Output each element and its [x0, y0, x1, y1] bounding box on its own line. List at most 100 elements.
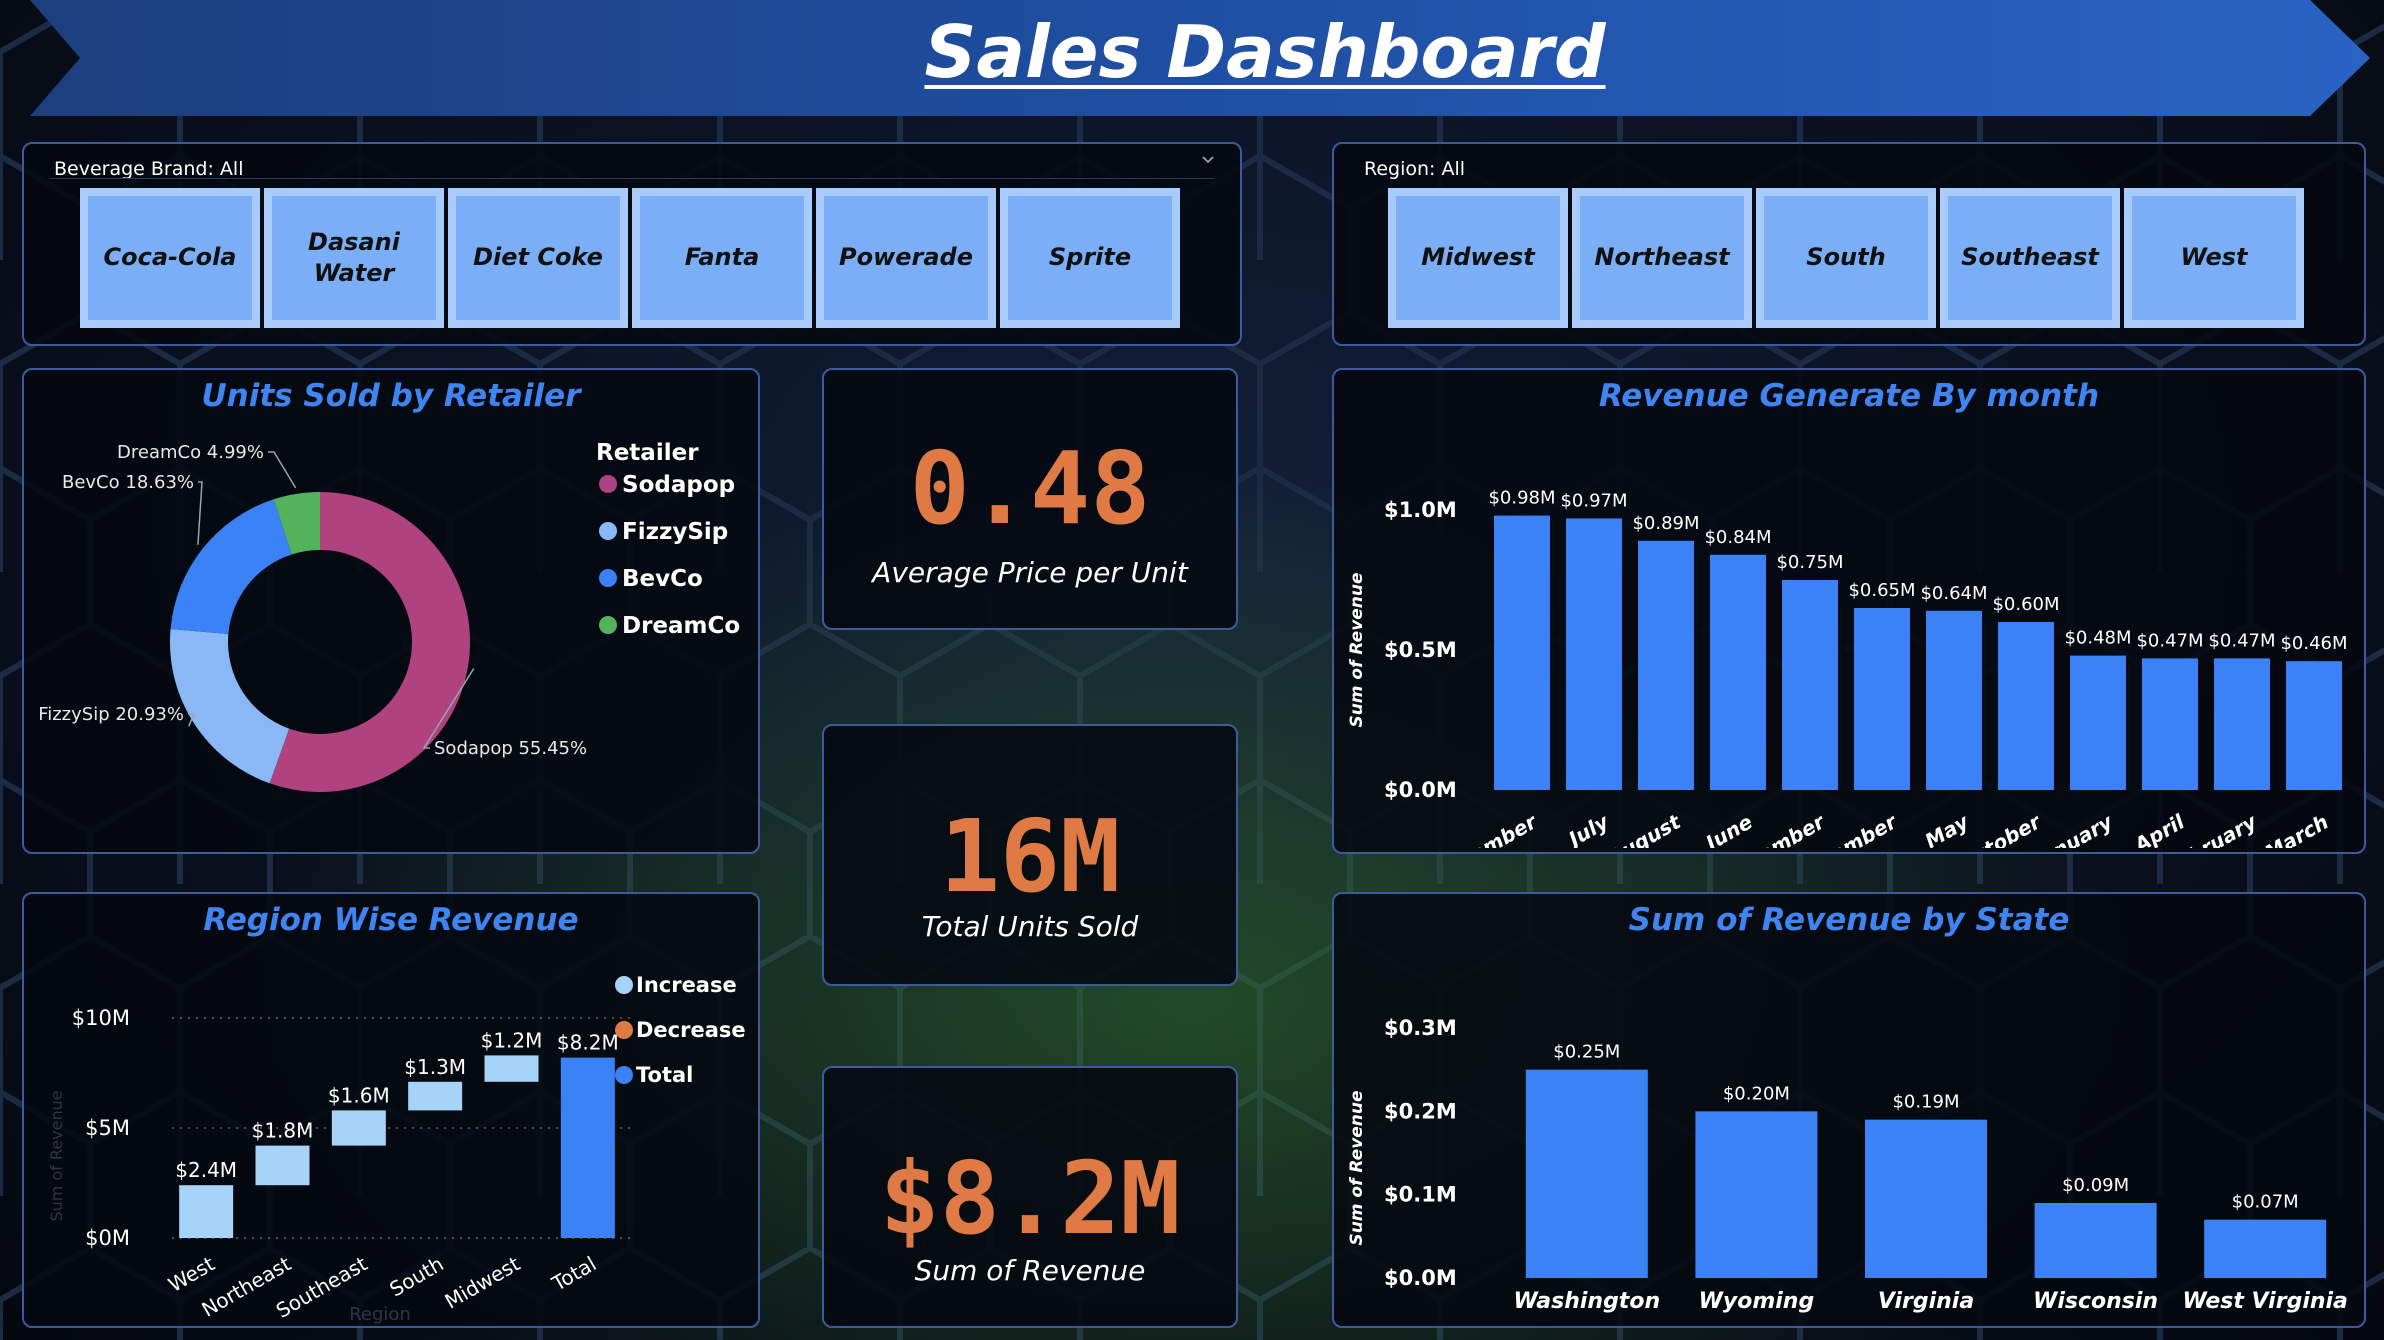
brand-tile-fanta[interactable]: Fanta	[632, 188, 812, 328]
waterfall-data-label: $1.3M	[404, 1055, 466, 1079]
y-axis-title: Sum of Revenue	[1347, 572, 1367, 727]
pie-leader-line	[197, 481, 203, 545]
bar-data-label: $0.25M	[1553, 1042, 1620, 1063]
revenue-by-month-panel: Revenue Generate By month Sum of Revenue…	[1332, 368, 2366, 854]
legend-marker	[615, 976, 633, 994]
legend-title: Retailer	[596, 440, 699, 466]
x-tick-label: April	[2129, 809, 2190, 848]
x-tick-label: June	[1698, 810, 1756, 848]
waterfall-bar-south	[408, 1081, 463, 1111]
bar-december	[1494, 515, 1550, 790]
bar-data-label: $0.98M	[1488, 488, 1555, 509]
units-by-retailer-title: Units Sold by Retailer	[201, 378, 581, 414]
bar-november	[1782, 580, 1838, 790]
waterfall-bar-total	[560, 1057, 615, 1238]
y-tick-label: $1.0M	[1384, 498, 1457, 522]
revenue-by-month-chart[interactable]: Sum of Revenue $0.0M $0.5M $1.0M $0.98M Decem…	[1334, 428, 2364, 848]
kpi-revenue-value: $8.2M	[879, 1140, 1181, 1257]
x-tick-label: Wyoming	[1699, 1289, 1815, 1314]
region-wise-revenue-chart[interactable]: Sum of Revenue$0M$5M$10M$2.4MWest$1.8MNo…	[24, 946, 758, 1326]
bar-may	[1926, 610, 1982, 790]
bar-april	[2142, 658, 2198, 790]
bar-data-label: $0.89M	[1632, 513, 1699, 534]
region-tile-midwest[interactable]: Midwest	[1388, 188, 1568, 328]
bar-data-label: $0.97M	[1560, 490, 1627, 511]
bar-data-label: $0.19M	[1892, 1092, 1959, 1113]
x-tick-label: May	[1921, 809, 1974, 848]
legend-marker	[599, 522, 617, 540]
y-axis-title: Sum of Revenue	[47, 1090, 66, 1221]
region-wise-revenue-title: Region Wise Revenue	[203, 902, 579, 938]
units-by-retailer-chart[interactable]: Sodapop 55.45% FizzySip 20.93% BevCo 18.63…	[24, 428, 758, 848]
y-tick-label: $5M	[85, 1116, 130, 1140]
region-tile-northeast[interactable]: Northeast	[1572, 188, 1752, 328]
region-tile-southeast[interactable]: Southeast	[1940, 188, 2120, 328]
bar-data-label: $0.84M	[1704, 527, 1771, 548]
legend-marker	[615, 1021, 633, 1039]
bar-virginia	[1865, 1119, 1987, 1278]
bar-january	[2070, 655, 2126, 790]
legend-marker	[599, 475, 617, 493]
bar-data-label: $0.48M	[2064, 628, 2131, 649]
region-tile-west[interactable]: West	[2124, 188, 2304, 328]
x-tick-label: July	[1561, 809, 1613, 848]
x-tick-label: March	[2260, 810, 2332, 848]
bar-data-label: $0.07M	[2232, 1192, 2299, 1213]
y-tick-label: $0.0M	[1384, 1266, 1457, 1290]
waterfall-data-label: $1.8M	[252, 1119, 314, 1143]
brand-tile-sprite[interactable]: Sprite	[1000, 188, 1180, 328]
brand-tiles: Coca-Cola Dasani Water Diet Coke Fanta P…	[80, 188, 1180, 328]
region-slicer: Region: All Midwest Northeast South Sout…	[1332, 142, 2366, 346]
region-tile-south[interactable]: South	[1756, 188, 1936, 328]
bar-washington	[1525, 1069, 1648, 1278]
brand-slicer-divider	[50, 178, 1214, 179]
bar-wisconsin	[2034, 1203, 2157, 1278]
legend-item-bevco: BevCo	[622, 566, 703, 592]
x-tick-label: Wisconsin	[2033, 1289, 2158, 1314]
y-tick-label: $0.2M	[1384, 1099, 1457, 1123]
bar-data-label: $0.64M	[1920, 583, 1987, 604]
brand-tile-diet-coke[interactable]: Diet Coke	[448, 188, 628, 328]
kpi-units-sold-value: 16M	[939, 798, 1121, 915]
x-tick-label: Midwest	[441, 1251, 525, 1313]
bar-october	[1998, 622, 2054, 790]
bar-september	[1854, 608, 1910, 790]
bar-data-label: $0.75M	[1776, 552, 1843, 573]
pie-leader-line	[268, 451, 297, 489]
bar-february	[2214, 658, 2270, 790]
waterfall-bar-northeast	[255, 1145, 310, 1186]
revenue-by-state-chart[interactable]: Sum of Revenue $0.0M $0.1M $0.2M $0.3M $0.25M…	[1334, 946, 2364, 1326]
bar-march	[2286, 661, 2342, 790]
bar-data-label: $0.09M	[2062, 1175, 2129, 1196]
brand-slicer: Beverage Brand: All Coca-Cola Dasani Wat…	[22, 142, 1242, 346]
y-tick-label: $0.0M	[1384, 778, 1457, 802]
kpi-avg-price-card: 0.48 Average Price per Unit	[822, 368, 1238, 630]
waterfall-bar-midwest	[484, 1055, 539, 1082]
bar-august	[1638, 540, 1694, 790]
y-tick-label: $0.5M	[1384, 638, 1457, 662]
x-tick-label: December	[1430, 809, 1542, 848]
kpi-units-sold-card: 16M Total Units Sold	[822, 724, 1238, 986]
waterfall-bar-southeast	[331, 1110, 386, 1146]
brand-slicer-label: Beverage Brand: All	[54, 158, 244, 180]
brand-tile-dasani-water[interactable]: Dasani Water	[264, 188, 444, 328]
pie-slice-fizzysip	[170, 629, 290, 784]
x-tick-label: August	[1602, 809, 1686, 848]
revenue-by-state-panel: Sum of Revenue by State Sum of Revenue $0…	[1332, 892, 2366, 1328]
region-slicer-label: Region: All	[1364, 158, 1466, 180]
chevron-down-icon[interactable]	[1202, 154, 1214, 166]
x-tick-label: West	[164, 1251, 219, 1296]
bar-west-virginia	[2204, 1219, 2327, 1278]
pie-data-label: Sodapop 55.45%	[434, 738, 587, 759]
pie-slice-bevco	[170, 499, 292, 635]
y-tick-label: $0.3M	[1384, 1016, 1457, 1040]
legend-item-fizzysip: FizzySip	[622, 519, 728, 545]
brand-tile-powerade[interactable]: Powerade	[816, 188, 996, 328]
x-tick-label: West Virginia	[2182, 1289, 2347, 1314]
legend-marker	[615, 1066, 633, 1084]
legend-item-decrease: Decrease	[636, 1018, 746, 1042]
x-tick-label: South	[385, 1252, 447, 1302]
legend-item-increase: Increase	[636, 973, 737, 997]
x-axis-title: Region	[349, 1304, 411, 1325]
brand-tile-coca-cola[interactable]: Coca-Cola	[80, 188, 260, 328]
